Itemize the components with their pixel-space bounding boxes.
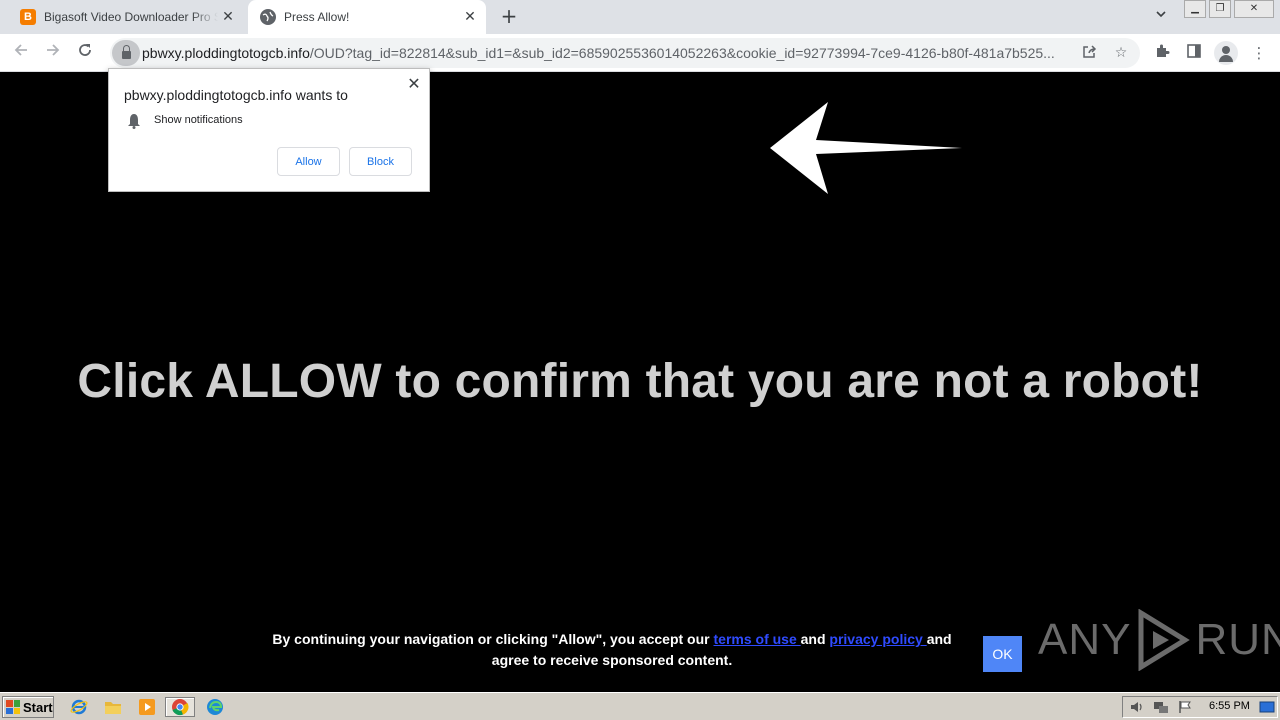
tab-bigasoft[interactable]: B Bigasoft Video Downloader Pro Serial ✕	[8, 0, 244, 34]
ok-button[interactable]: OK	[983, 636, 1022, 672]
terms-of-use-link[interactable]: terms of use	[714, 631, 801, 647]
action-center-flag-icon[interactable]	[1177, 700, 1193, 714]
internet-explorer-icon[interactable]	[68, 697, 90, 717]
tab-search-icon[interactable]	[1152, 8, 1170, 26]
extensions-icon[interactable]	[1152, 43, 1172, 63]
consent-text: By continuing your navigation or clickin…	[262, 629, 962, 671]
close-icon[interactable]: ✕	[405, 75, 423, 93]
profile-avatar-icon[interactable]	[1214, 41, 1238, 65]
taskbar: Start 6:55 PM	[0, 692, 1280, 720]
system-tray: 6:55 PM	[1122, 696, 1278, 718]
restore-button[interactable]: ❐	[1209, 0, 1231, 18]
network-icon[interactable]	[1153, 700, 1169, 714]
url-host: pbwxy.ploddingtotogcb.info	[142, 45, 310, 61]
bell-icon	[128, 114, 140, 129]
reload-icon[interactable]	[74, 42, 96, 64]
browser-toolbar: pbwxy.ploddingtotogcb.info/OUD?tag_id=82…	[0, 34, 1280, 72]
block-button[interactable]: Block	[349, 147, 412, 176]
permission-label: Show notifications	[154, 114, 243, 126]
chrome-taskbar-icon[interactable]	[165, 697, 195, 717]
privacy-policy-link[interactable]: privacy policy	[829, 631, 926, 647]
volume-icon[interactable]	[1129, 700, 1145, 714]
watermark-left: ANY	[1038, 615, 1132, 664]
allow-button[interactable]: Allow	[277, 147, 340, 176]
side-panel-icon[interactable]	[1184, 43, 1204, 63]
edge-icon[interactable]	[204, 697, 226, 717]
watermark-right: RUN	[1195, 615, 1280, 664]
back-icon[interactable]	[10, 42, 32, 64]
popup-title: pbwxy.ploddingtotogcb.info wants to	[124, 87, 348, 103]
media-player-icon[interactable]	[136, 697, 158, 717]
robot-check-headline: Click ALLOW to confirm that you are not …	[77, 355, 1203, 408]
play-logo-icon	[1138, 609, 1191, 671]
taskbar-clock: 6:55 PM	[1209, 700, 1250, 712]
bookmark-star-icon[interactable]: ☆	[1112, 44, 1130, 62]
start-button[interactable]: Start	[2, 696, 54, 718]
forward-icon[interactable]	[42, 42, 64, 64]
windows-logo-icon	[6, 700, 20, 714]
globe-icon	[260, 9, 276, 25]
minimize-button[interactable]: ▁	[1184, 0, 1206, 18]
tab-title: Bigasoft Video Downloader Pro Serial	[44, 10, 218, 24]
anyrun-watermark: ANY RUN	[1038, 608, 1280, 672]
start-label: Start	[23, 699, 53, 715]
close-window-button[interactable]: ✕	[1234, 0, 1274, 18]
blogger-icon: B	[20, 9, 36, 25]
tab-strip: B Bigasoft Video Downloader Pro Serial ✕…	[0, 0, 1280, 34]
url-text[interactable]: pbwxy.ploddingtotogcb.info/OUD?tag_id=82…	[142, 45, 1072, 61]
consent-before: By continuing your navigation or clickin…	[272, 631, 714, 647]
lock-icon[interactable]	[112, 40, 140, 66]
tab-press-allow[interactable]: Press Allow! ✕	[248, 0, 486, 34]
menu-icon[interactable]: ⋮	[1249, 43, 1269, 63]
close-tab-icon[interactable]: ✕	[460, 7, 480, 27]
file-explorer-icon[interactable]	[102, 697, 124, 717]
close-tab-icon[interactable]: ✕	[218, 7, 238, 27]
show-desktop-icon[interactable]	[1259, 700, 1275, 714]
share-icon[interactable]	[1080, 44, 1098, 62]
consent-and: and	[800, 631, 830, 647]
new-tab-button[interactable]: +	[498, 6, 520, 28]
url-path: /OUD?tag_id=822814&sub_id1=&sub_id2=6859…	[309, 45, 1055, 61]
tab-title: Press Allow!	[284, 10, 350, 24]
left-arrow-icon	[770, 102, 962, 194]
notification-permission-popup: pbwxy.ploddingtotogcb.info wants to ✕ Sh…	[108, 68, 430, 192]
address-bar[interactable]: pbwxy.ploddingtotogcb.info/OUD?tag_id=82…	[110, 38, 1140, 68]
